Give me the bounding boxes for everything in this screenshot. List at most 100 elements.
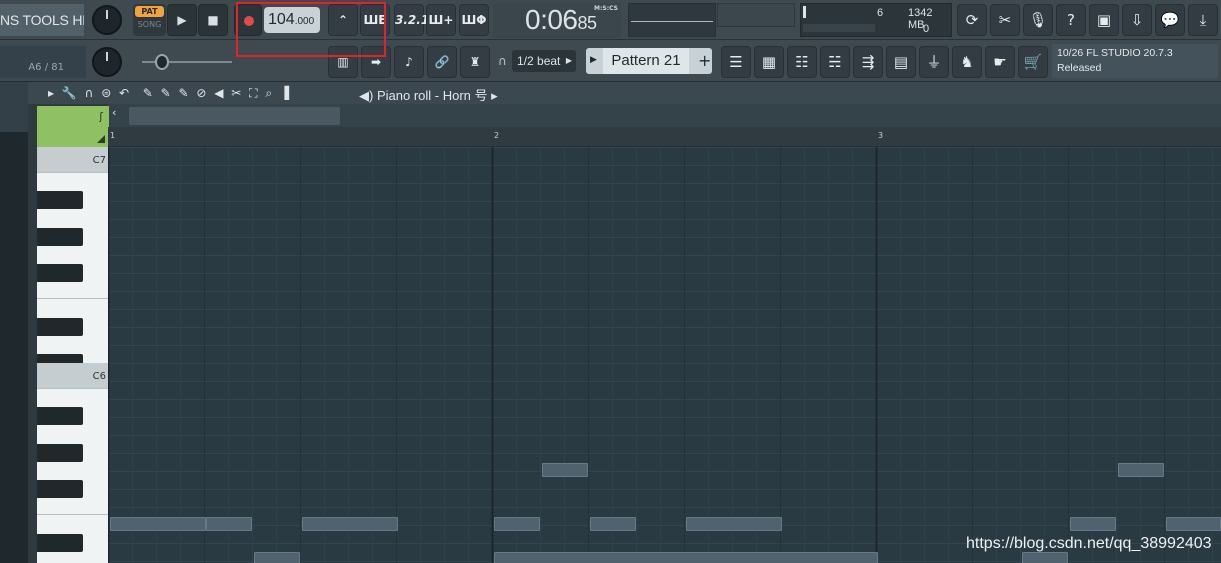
- oscilloscope: [628, 3, 716, 37]
- pattern-selector[interactable]: ▶ Pattern 21 +: [586, 48, 712, 74]
- bar-ruler[interactable]: 1 2 3: [108, 127, 1221, 147]
- play-button[interactable]: ▶: [167, 4, 197, 36]
- help-button[interactable]: ?: [1056, 4, 1086, 36]
- pattern-add-button[interactable]: +: [698, 51, 711, 70]
- cut-icon: ✂: [998, 11, 1012, 29]
- note[interactable]: [590, 517, 636, 531]
- pattern-prev-icon[interactable]: ▶: [590, 55, 597, 65]
- countdown-button[interactable]: 3.2.1: [394, 4, 429, 36]
- bar-mark-3: 3: [878, 131, 884, 140]
- mixer-icon: ☵: [828, 53, 842, 71]
- plugin-button[interactable]: ⏚: [919, 46, 949, 78]
- pat-label[interactable]: PAT: [135, 6, 164, 17]
- black-key[interactable]: [37, 318, 83, 336]
- master-volume-knob[interactable]: [92, 5, 122, 35]
- arrow-right-icon: ➡: [370, 55, 382, 69]
- render-button[interactable]: ⇩: [1122, 4, 1152, 36]
- plugin-icon: ⏚: [926, 53, 942, 71]
- quantize-button[interactable]: ♪: [394, 46, 424, 78]
- loop-record-button[interactable]: ШΦ: [459, 4, 489, 36]
- mixer-button[interactable]: ☵: [820, 46, 850, 78]
- metronome2-icon: ♜: [469, 55, 481, 69]
- key-label-c7: C7: [92, 155, 106, 166]
- step-edit-button[interactable]: Ш+: [426, 4, 456, 36]
- note[interactable]: [1022, 552, 1068, 563]
- note[interactable]: [494, 552, 878, 563]
- reset-icon: ⟳: [965, 11, 979, 29]
- note[interactable]: [686, 517, 782, 531]
- project-icon: ▤: [893, 53, 909, 71]
- reset-button[interactable]: ⟳: [957, 4, 987, 36]
- stop-button[interactable]: ■: [198, 4, 228, 36]
- save-button[interactable]: ▣: [1089, 4, 1119, 36]
- grid-lines: [108, 147, 1221, 563]
- picker-button[interactable]: ♞: [952, 46, 982, 78]
- key-c6[interactable]: C6: [37, 363, 108, 389]
- main-menu[interactable]: NS TOOLS HELP: [0, 4, 84, 36]
- event-editor-corner[interactable]: ʃ: [37, 106, 109, 147]
- scroll-left-icon[interactable]: ‹: [112, 106, 126, 124]
- note[interactable]: [494, 517, 540, 531]
- note[interactable]: [1118, 463, 1164, 477]
- piano-roll-button[interactable]: ▦: [754, 46, 784, 78]
- piano-keyboard[interactable]: C7 C6: [37, 147, 108, 563]
- note[interactable]: [542, 463, 588, 477]
- master-pitch-knob[interactable]: [92, 47, 122, 77]
- black-key[interactable]: [37, 191, 83, 209]
- voice-count: 6: [877, 7, 884, 19]
- piano-roll-tools[interactable]: ▸ 🔧 ∩ ⊜ ↶ ✎ ✎ ✎ ⊘ ◀ ✂ ⛶ ⌕ ▐: [48, 86, 291, 101]
- black-key[interactable]: [37, 444, 83, 462]
- left-sidebar-top: [0, 82, 28, 132]
- shop-button[interactable]: 🛒: [1018, 46, 1048, 78]
- black-key[interactable]: [37, 228, 83, 246]
- save-icon: ▣: [1096, 11, 1112, 29]
- note-grid[interactable]: [108, 147, 1221, 563]
- horizontal-scrollbar[interactable]: [129, 107, 340, 125]
- pointer-button[interactable]: ☛: [985, 46, 1015, 78]
- mic-button[interactable]: 🎙: [1023, 4, 1053, 36]
- black-key[interactable]: [37, 407, 83, 425]
- magnet-icon[interactable]: ∩: [498, 54, 507, 68]
- link-icon: 🔗: [434, 55, 450, 69]
- piano-roll-title[interactable]: ◀) Piano roll - Horn 号 ▸: [359, 85, 498, 104]
- watermark: https://blog.csdn.net/qq_38992403: [966, 535, 1212, 552]
- loop-label: ШΦ: [461, 13, 487, 27]
- pat-song-toggle[interactable]: PAT SONG: [133, 4, 166, 36]
- mic-icon: 🎙: [1028, 11, 1048, 29]
- browser-button[interactable]: ⇶: [853, 46, 883, 78]
- cut-button[interactable]: ✂: [990, 4, 1020, 36]
- title-arrow-icon: ▸: [491, 88, 498, 103]
- fl-studio-window: NS TOOLS HELP PAT SONG ▶ ■ 104.000 ⌃ ШЕ …: [0, 0, 1221, 563]
- playlist-button[interactable]: ☰: [721, 46, 751, 78]
- channel-rack-button[interactable]: ☷: [787, 46, 817, 78]
- note[interactable]: [254, 552, 300, 563]
- metronome2-button[interactable]: ♜: [460, 46, 490, 78]
- project-button[interactable]: ▤: [886, 46, 916, 78]
- snap-selector[interactable]: 1/2 beat ▶: [512, 50, 576, 72]
- note[interactable]: [302, 517, 398, 531]
- key-c7[interactable]: C7: [37, 147, 108, 173]
- speaker-icon: ◀): [359, 88, 374, 103]
- song-position: 0:0685: [525, 5, 597, 38]
- play-icon: ▶: [177, 13, 187, 27]
- pitch-slider-handle[interactable]: [155, 54, 169, 70]
- black-key[interactable]: [37, 534, 83, 552]
- song-label[interactable]: SONG: [133, 20, 166, 29]
- envelope-icon: ʃ: [99, 110, 103, 123]
- corner-resize-icon: [97, 135, 105, 143]
- key-divider: [37, 514, 108, 515]
- download-button[interactable]: ⤓: [1188, 4, 1218, 36]
- time-unit-label[interactable]: M:S:CS: [594, 5, 618, 12]
- note[interactable]: [1166, 517, 1221, 531]
- note[interactable]: [206, 517, 252, 531]
- black-key[interactable]: [37, 264, 83, 282]
- pointer-icon: ☛: [993, 53, 1007, 71]
- pattern-name[interactable]: Pattern 21: [603, 48, 689, 74]
- bar-mark-1: 1: [110, 131, 116, 140]
- note[interactable]: [110, 517, 206, 531]
- black-key[interactable]: [37, 480, 83, 498]
- link-button[interactable]: 🔗: [427, 46, 457, 78]
- note[interactable]: [1070, 517, 1116, 531]
- chat-button[interactable]: 💬: [1155, 4, 1185, 36]
- polyphony: 0: [923, 23, 930, 35]
